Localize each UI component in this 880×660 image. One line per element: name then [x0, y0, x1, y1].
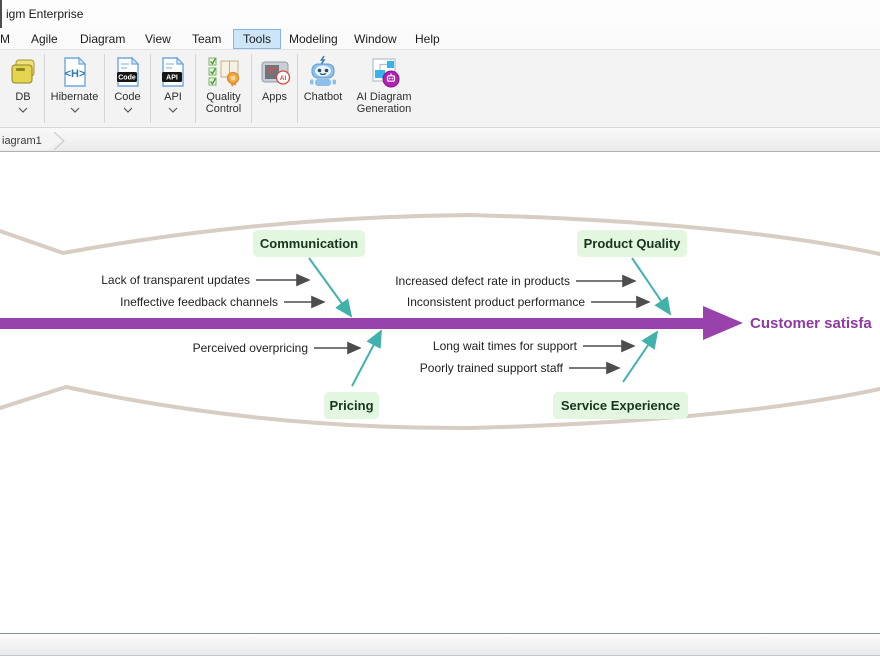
menu-item-team[interactable]: Team [192, 28, 221, 50]
svg-text:Code: Code [118, 75, 136, 82]
ribbon-toolbar: DB <H> Hibernate Code Code [0, 50, 880, 128]
cause-text[interactable]: Inconsistent product performance [407, 295, 585, 309]
toolbar-button-db[interactable]: DB [2, 50, 44, 127]
toolbar-button-code[interactable]: Code Code [105, 50, 150, 127]
menu-item-window[interactable]: Window [354, 28, 397, 50]
toolbar-button-label: AI Diagram Generation [348, 91, 420, 115]
category-label-product-quality[interactable]: Product Quality [577, 230, 687, 257]
toolbar-button-label: Code [114, 91, 140, 103]
quality-control-icon [207, 54, 241, 90]
database-icon [6, 54, 40, 90]
svg-text:<H>: <H> [64, 68, 85, 80]
bone-product-quality [632, 258, 670, 314]
menu-item-view[interactable]: View [145, 28, 171, 50]
ai-diagram-generation-icon [367, 54, 401, 90]
menu-item-tools[interactable]: Tools [233, 29, 281, 49]
apps-icon: AI [258, 54, 292, 90]
category-label-communication[interactable]: Communication [253, 230, 365, 257]
svg-text:AI: AI [279, 75, 286, 82]
toolbar-button-quality-control[interactable]: Quality Control [196, 50, 251, 127]
cause-text[interactable]: Lack of transparent updates [101, 273, 250, 287]
bone-service-experience [623, 332, 657, 382]
fishbone-spine[interactable] [0, 306, 743, 340]
menu-bar: M Agile Diagram View Team Tools Modeling… [0, 28, 880, 50]
code-file-icon: Code [111, 54, 145, 90]
cause-text[interactable]: Poorly trained support staff [420, 361, 564, 375]
fishbone-diagram[interactable]: Lack of transparent updates Ineffective … [0, 152, 880, 633]
toolbar-button-label: DB [15, 91, 30, 103]
toolbar-button-label: Hibernate [51, 91, 99, 103]
toolbar-button-label: API [164, 91, 182, 103]
cause-text[interactable]: Perceived overpricing [193, 341, 308, 355]
chevron-down-icon[interactable] [123, 107, 133, 113]
effect-label[interactable]: Customer satisfa [750, 315, 872, 332]
chevron-down-icon[interactable] [70, 107, 80, 113]
toolbar-button-api[interactable]: API API [151, 50, 195, 127]
category-label-service-experience[interactable]: Service Experience [553, 392, 688, 419]
bone-pricing [352, 331, 381, 386]
svg-text:API: API [166, 75, 178, 82]
menu-item-agile[interactable]: Agile [31, 28, 58, 50]
diagram-tab-bar: iagram1 [0, 128, 880, 152]
window-title: igm Enterprise [6, 0, 83, 28]
menu-item-truncated[interactable]: M [0, 28, 10, 50]
toolbar-button-chatbot[interactable]: Chatbot [298, 50, 348, 127]
toolbar-button-apps[interactable]: AI Apps [252, 50, 297, 127]
title-bar: igm Enterprise [0, 0, 880, 28]
menu-item-diagram[interactable]: Diagram [80, 28, 125, 50]
cause-text[interactable]: Long wait times for support [433, 339, 578, 353]
bone-communication [309, 258, 351, 316]
chevron-down-icon[interactable] [18, 107, 28, 113]
chatbot-icon [306, 54, 340, 90]
horizontal-scrollbar[interactable] [0, 633, 880, 656]
api-file-icon: API [156, 54, 190, 90]
breadcrumb-chevron-icon [52, 132, 66, 150]
menu-item-help[interactable]: Help [415, 28, 440, 50]
diagram-canvas[interactable]: Lack of transparent updates Ineffective … [0, 152, 880, 633]
category-label-pricing[interactable]: Pricing [324, 392, 379, 419]
cause-text[interactable]: Ineffective feedback channels [120, 295, 278, 309]
cause-text[interactable]: Increased defect rate in products [395, 274, 570, 288]
toolbar-button-hibernate[interactable]: <H> Hibernate [45, 50, 104, 127]
toolbar-button-label: Apps [262, 91, 287, 103]
menu-item-modeling[interactable]: Modeling [289, 28, 338, 50]
chevron-down-icon[interactable] [168, 107, 178, 113]
toolbar-button-ai-diagram-generation[interactable]: AI Diagram Generation [348, 50, 420, 127]
toolbar-button-label: Quality Control [196, 91, 251, 115]
hibernate-file-icon: <H> [58, 54, 92, 90]
toolbar-button-label: Chatbot [304, 91, 343, 103]
